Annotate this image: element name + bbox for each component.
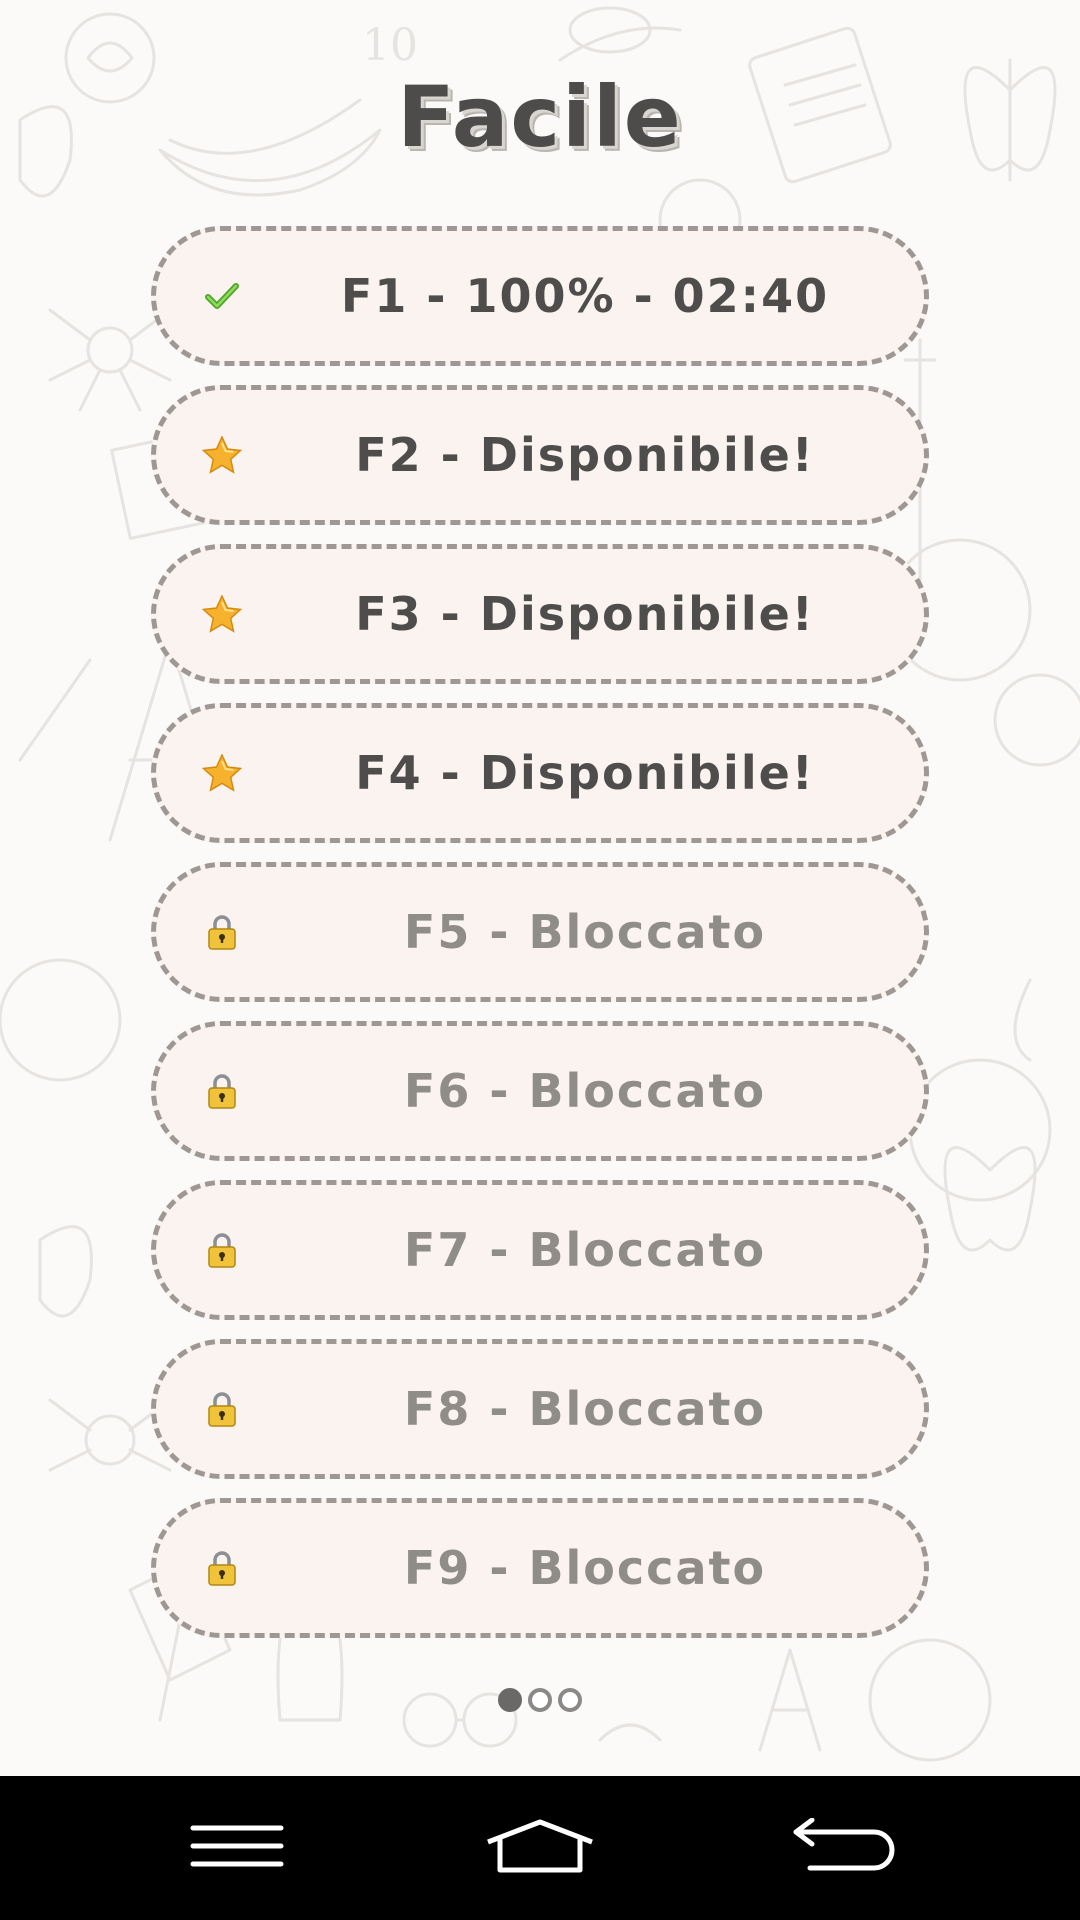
star-icon [202, 594, 242, 634]
back-button[interactable] [745, 1776, 945, 1920]
level-button-f6[interactable]: F6 - Bloccato [151, 1021, 929, 1161]
level-label: F7 - Bloccato [403, 1223, 767, 1277]
page-dot-3[interactable] [558, 1688, 582, 1712]
level-button-f5[interactable]: F5 - Bloccato [151, 862, 929, 1002]
level-button-f8[interactable]: F8 - Bloccato [151, 1339, 929, 1479]
star-icon [202, 753, 242, 793]
padlock-icon [202, 1548, 242, 1588]
padlock-icon [202, 1071, 242, 1111]
app-screen: 10 Facile F1 - 100% - 02:40 F2 - Disponi… [0, 0, 1080, 1776]
home-button[interactable] [440, 1776, 640, 1920]
level-button-f1[interactable]: F1 - 100% - 02:40 [151, 226, 929, 366]
level-list: F1 - 100% - 02:40 F2 - Disponibile! F3 -… [151, 226, 929, 1657]
page-dot-2[interactable] [528, 1688, 552, 1712]
back-icon [790, 1817, 900, 1878]
menu-button[interactable] [137, 1776, 337, 1920]
level-button-f9[interactable]: F9 - Bloccato [151, 1498, 929, 1638]
system-navigation-bar [0, 1776, 1080, 1920]
level-label: F9 - Bloccato [403, 1541, 767, 1595]
level-label: F8 - Bloccato [403, 1382, 767, 1436]
padlock-icon [202, 1389, 242, 1429]
level-button-f4[interactable]: F4 - Disponibile! [151, 703, 929, 843]
level-label: F2 - Disponibile! [355, 428, 815, 482]
home-icon [482, 1818, 598, 1878]
level-label: F5 - Bloccato [403, 905, 767, 959]
menu-icon [189, 1822, 285, 1874]
padlock-icon [202, 912, 242, 952]
level-label: F4 - Disponibile! [355, 746, 815, 800]
level-label: F6 - Bloccato [403, 1064, 767, 1118]
page-indicator[interactable] [0, 1688, 1080, 1714]
padlock-icon [202, 1230, 242, 1270]
checkmark-icon [202, 276, 242, 316]
level-button-f2[interactable]: F2 - Disponibile! [151, 385, 929, 525]
page-dot-1[interactable] [498, 1688, 522, 1712]
page-title: Facile [397, 68, 683, 166]
level-button-f7[interactable]: F7 - Bloccato [151, 1180, 929, 1320]
level-label: F3 - Disponibile! [355, 587, 815, 641]
level-label: F1 - 100% - 02:40 [340, 269, 830, 323]
level-button-f3[interactable]: F3 - Disponibile! [151, 544, 929, 684]
star-icon [202, 435, 242, 475]
